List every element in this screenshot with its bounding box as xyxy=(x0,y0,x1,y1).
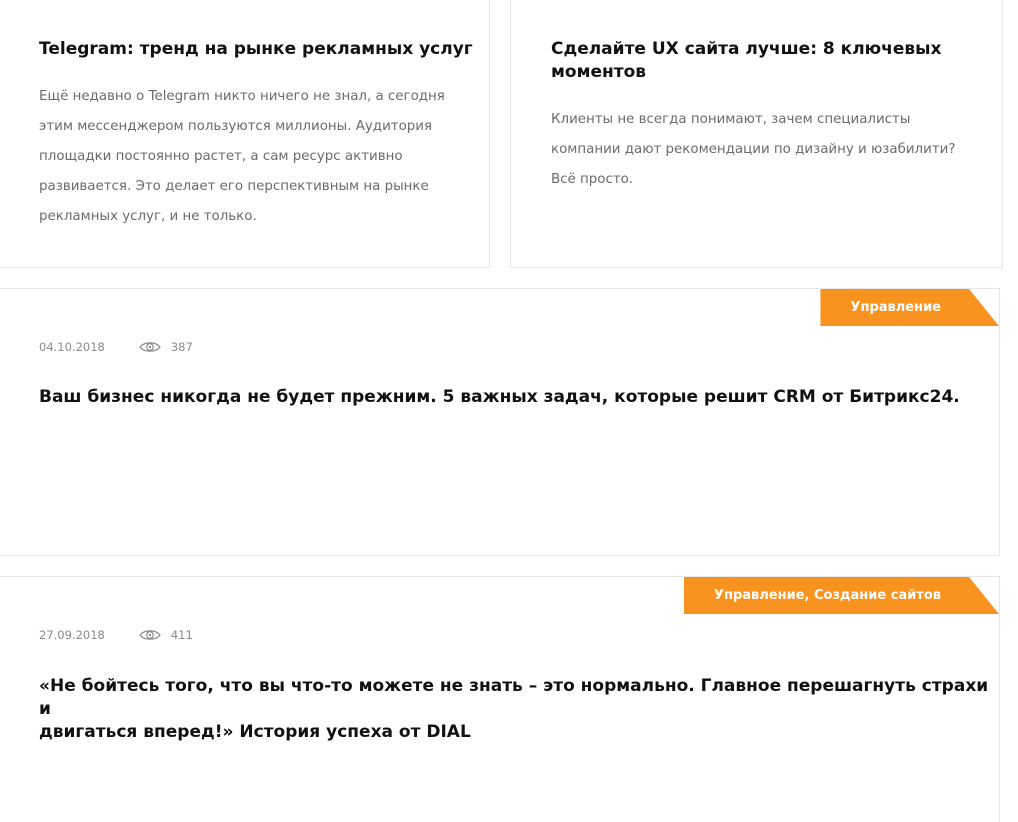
view-count: 387 xyxy=(170,340,193,354)
article-title[interactable]: Telegram: тренд на рынке рекламных услуг xyxy=(39,38,473,61)
excerpt-line: площадки постоянно растет, а сам ресурс … xyxy=(39,149,403,164)
category-tag[interactable]: Управление, Создание сайтов xyxy=(684,577,999,614)
article-excerpt: Клиенты не всегда понимают, зачем специа… xyxy=(551,105,955,195)
excerpt-line: Клиенты не всегда понимают, зачем специа… xyxy=(551,112,911,127)
article-meta: 04.10.2018 387 xyxy=(39,340,193,354)
article-title[interactable]: Ваш бизнес никогда не будет прежним. 5 в… xyxy=(39,386,960,409)
excerpt-line: Всё просто. xyxy=(551,172,634,187)
article-card[interactable]: Управление 04.10.2018 387 Ваш бизнес ник… xyxy=(0,288,1000,556)
category-tag[interactable]: Управление xyxy=(820,289,999,326)
article-meta: 27.09.2018 411 xyxy=(39,628,193,642)
article-date: 27.09.2018 xyxy=(39,628,105,642)
eye-icon xyxy=(139,340,161,354)
excerpt-line: рекламных услуг, и не только. xyxy=(39,209,257,224)
excerpt-line: Ещё недавно о Telegram никто ничего не з… xyxy=(39,89,445,104)
article-title-line: двигаться вперед!» История успеха от DIA… xyxy=(39,722,471,742)
excerpt-line: компании дают рекомендации по дизайну и … xyxy=(551,142,956,157)
blog-feed: Telegram: тренд на рынке рекламных услуг… xyxy=(0,0,1018,822)
excerpt-line: этим мессенджером пользуются миллионы. А… xyxy=(39,119,433,134)
article-title-line: «Не бойтесь того, что вы что-то можете н… xyxy=(39,676,989,719)
article-title-line: моментов xyxy=(551,62,647,82)
article-date: 04.10.2018 xyxy=(39,340,105,354)
article-title[interactable]: Сделайте UX сайта лучше: 8 ключевых моме… xyxy=(551,38,941,84)
view-count: 411 xyxy=(170,628,193,642)
eye-icon xyxy=(139,628,161,642)
article-card[interactable]: Сделайте UX сайта лучше: 8 ключевых моме… xyxy=(510,0,1003,268)
article-card[interactable]: Управление, Создание сайтов 27.09.2018 4… xyxy=(0,576,1000,822)
article-card[interactable]: Telegram: тренд на рынке рекламных услуг… xyxy=(0,0,490,268)
excerpt-line: развивается. Это делает его перспективны… xyxy=(39,179,429,194)
article-title-line: Сделайте UX сайта лучше: 8 ключевых xyxy=(551,39,942,59)
article-excerpt: Ещё недавно о Telegram никто ничего не з… xyxy=(39,82,445,232)
article-title[interactable]: «Не бойтесь того, что вы что-то можете н… xyxy=(39,675,999,744)
